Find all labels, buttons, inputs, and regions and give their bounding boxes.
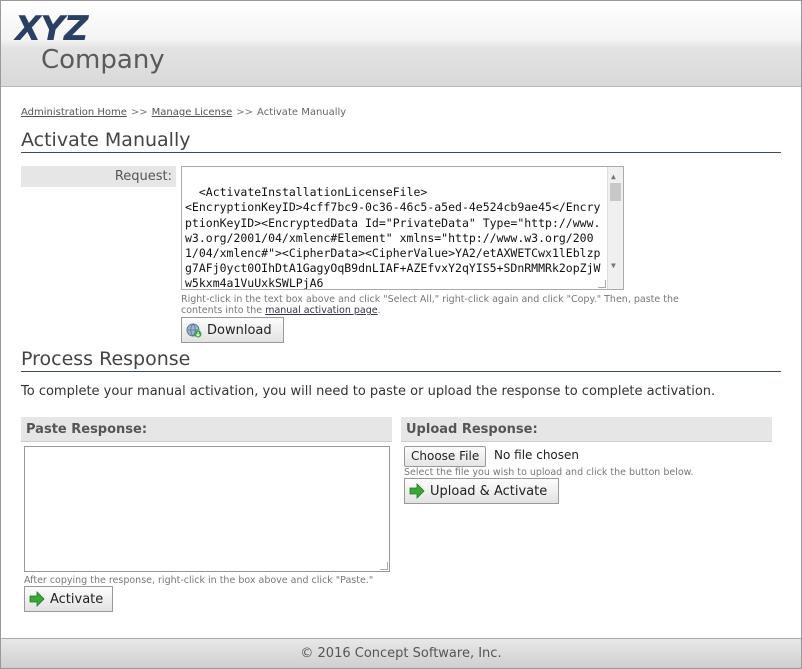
arrow-right-icon [29, 591, 45, 607]
manual-activation-link[interactable]: manual activation page [265, 305, 377, 316]
breadcrumb-current: Activate Manually [257, 107, 347, 118]
upload-activate-label: Upload & Activate [430, 483, 548, 499]
choose-file-button[interactable]: Choose File [404, 446, 487, 467]
download-label: Download [207, 322, 272, 338]
footer: © 2016 Concept Software, Inc. [1, 638, 801, 668]
download-button[interactable]: Download [181, 317, 284, 343]
breadcrumb-manage-license[interactable]: Manage License [152, 107, 233, 118]
request-scrollbar[interactable]: ▲ ▼ [607, 167, 623, 289]
scroll-down-icon[interactable]: ▼ [611, 258, 616, 273]
logo-text: XYZ [15, 9, 88, 49]
logo-subtext: Company [41, 45, 165, 75]
scroll-up-icon[interactable]: ▲ [611, 169, 616, 184]
arrow-right-icon [409, 483, 425, 499]
resize-handle-icon[interactable] [380, 562, 388, 570]
page-title: Activate Manually [21, 129, 781, 153]
upload-response-header: Upload Response: [401, 417, 772, 442]
resize-handle-icon[interactable] [598, 280, 606, 288]
process-description: To complete your manual activation, you … [21, 384, 716, 399]
breadcrumb-admin-home[interactable]: Administration Home [21, 107, 127, 118]
paste-response-textarea[interactable] [24, 446, 390, 572]
file-status: No file chosen [494, 448, 580, 462]
paste-response-header: Paste Response: [21, 417, 392, 442]
header: XYZ Company [1, 1, 801, 87]
request-label: Request: [21, 166, 176, 187]
scroll-thumb[interactable] [610, 183, 621, 201]
request-hint: Right-click in the text box above and cl… [181, 294, 679, 316]
paste-hint: After copying the response, right-click … [24, 575, 374, 586]
request-textarea[interactable]: <ActivateInstallationLicenseFile> <Encry… [181, 166, 624, 290]
breadcrumb: Administration Home >> Manage License >> Act… [21, 107, 346, 118]
activate-label: Activate [50, 591, 104, 607]
download-icon [186, 323, 202, 338]
breadcrumb-separator: >> [130, 107, 148, 118]
process-response-title: Process Response [21, 348, 781, 372]
request-text: <ActivateInstallationLicenseFile> <Encry… [185, 185, 601, 290]
breadcrumb-separator: >> [236, 107, 254, 118]
upload-hint: Select the file you wish to upload and c… [404, 467, 694, 478]
activate-button[interactable]: Activate [24, 586, 113, 612]
upload-activate-button[interactable]: Upload & Activate [404, 478, 559, 504]
